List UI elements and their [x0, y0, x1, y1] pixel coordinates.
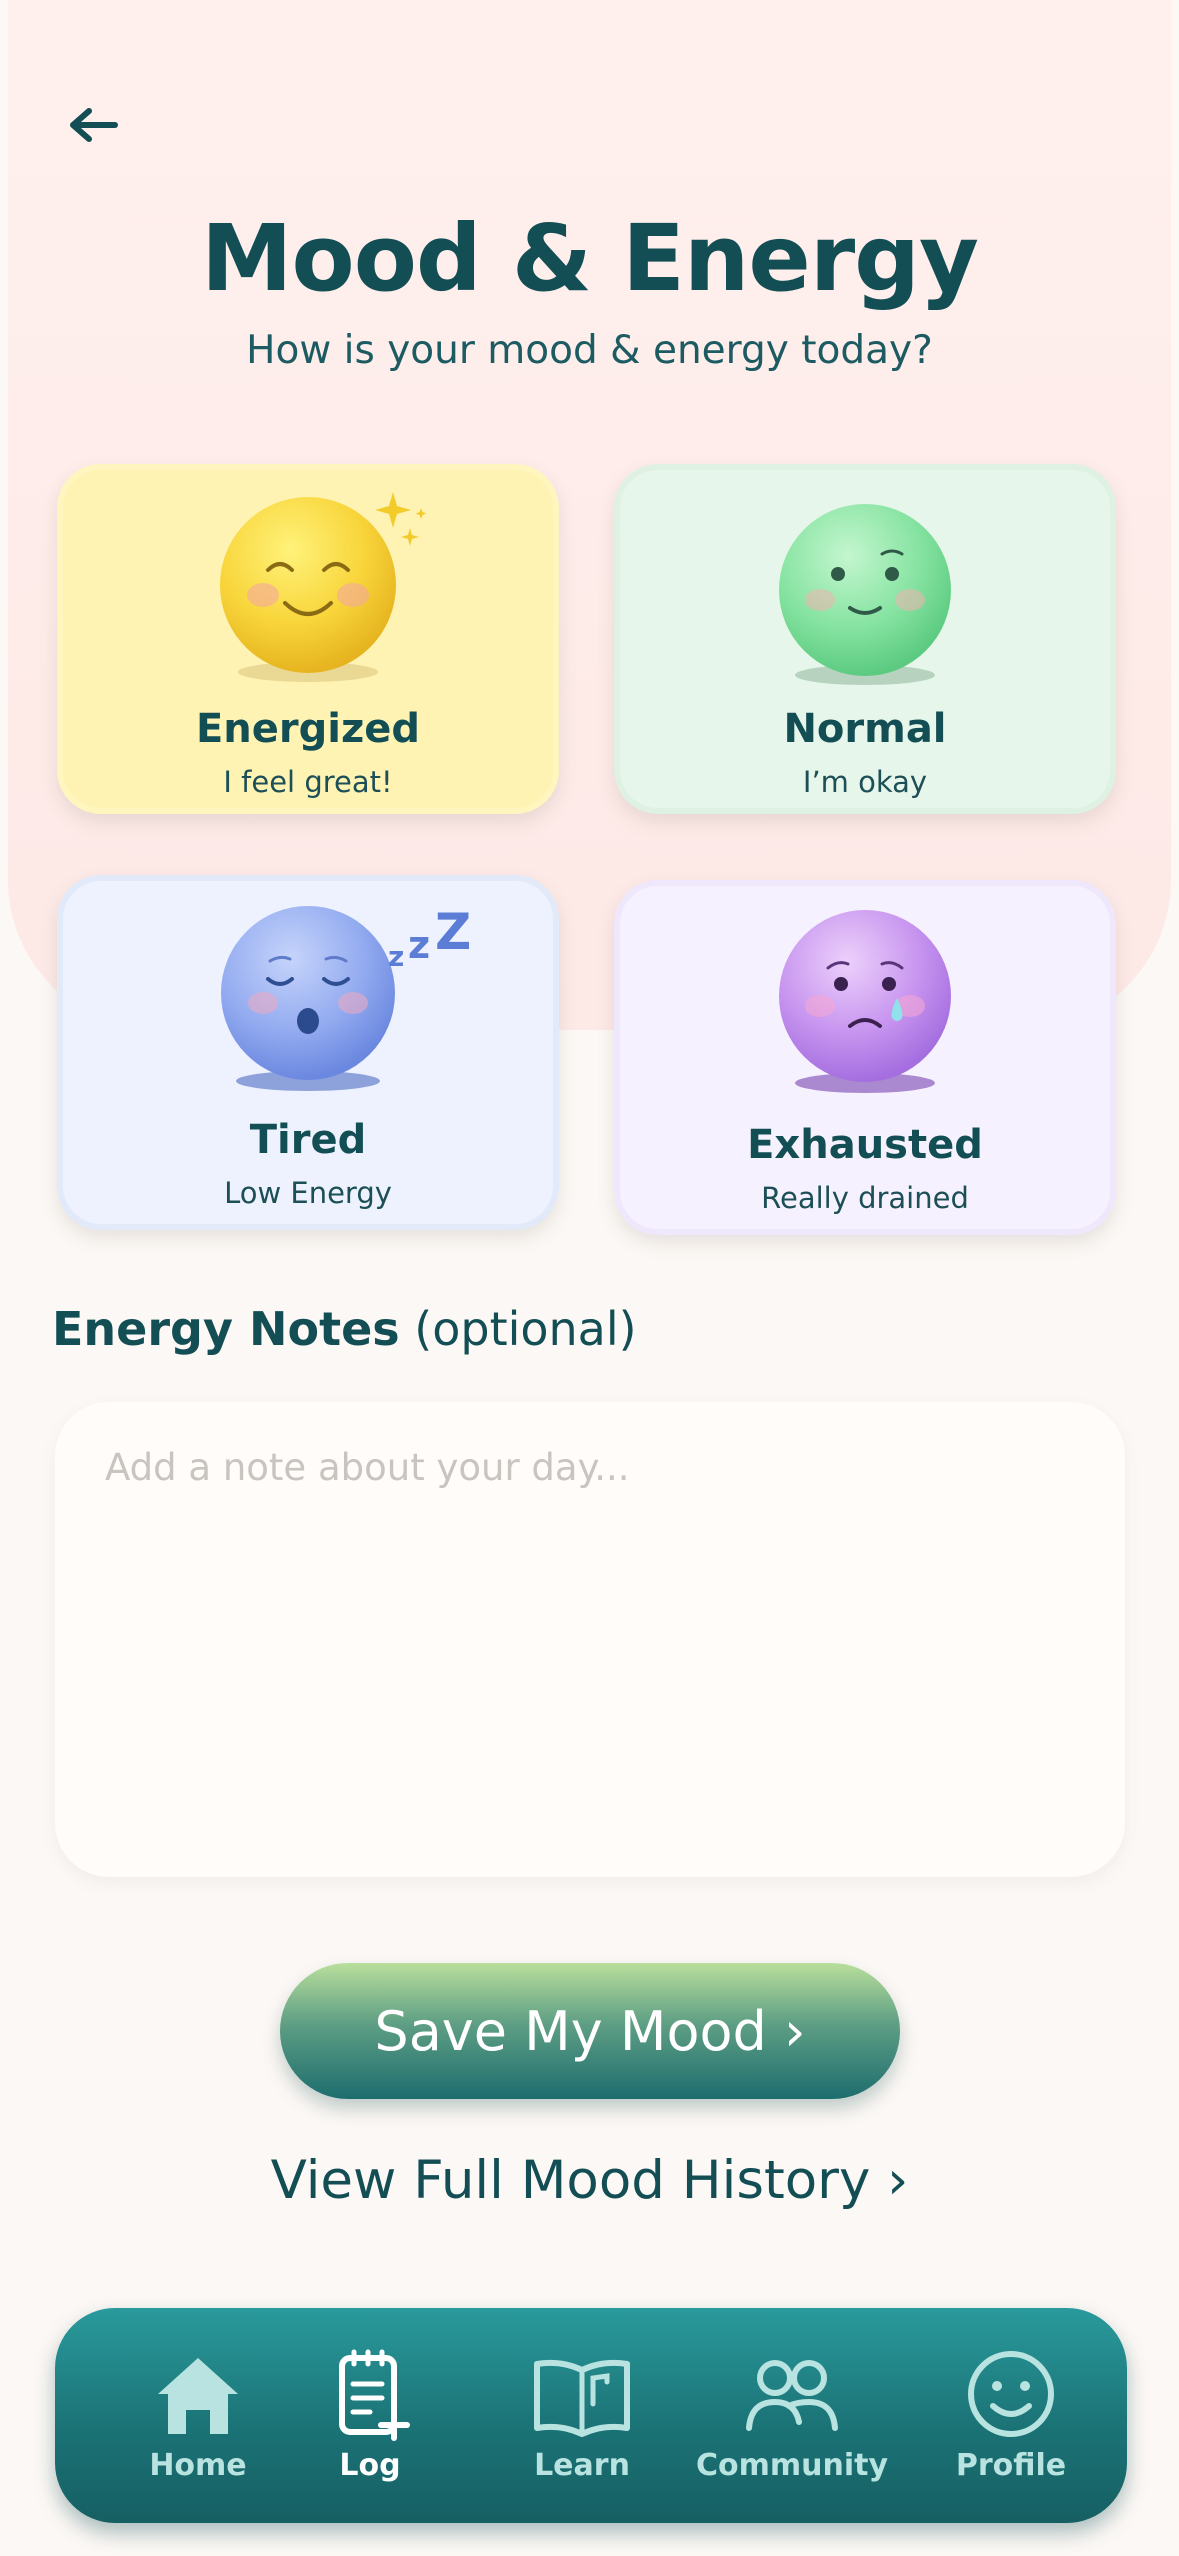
- nav-label: Learn: [534, 2448, 630, 2483]
- notes-field-container: [55, 1402, 1125, 1877]
- mood-card-exhausted[interactable]: Exhausted Really drained: [614, 880, 1116, 1235]
- page-subtitle: How is your mood & energy today?: [246, 328, 933, 373]
- nav-label: Log: [339, 2448, 401, 2483]
- page-title: Mood & Energy: [200, 205, 979, 312]
- nav-label: Profile: [955, 2448, 1067, 2483]
- svg-text:z: z: [388, 940, 404, 973]
- nav-item-home[interactable]: Home: [98, 2308, 298, 2523]
- notes-field[interactable]: [105, 1446, 1075, 1833]
- mood-description: Low Energy: [224, 1176, 392, 1210]
- notes-label-bold: Energy Notes: [52, 1302, 400, 1356]
- mood-description: I’m okay: [802, 765, 928, 799]
- log-icon: [339, 2349, 410, 2441]
- mood-name: Tired: [249, 1117, 367, 1163]
- notes-label-optional: (optional): [399, 1302, 637, 1356]
- book-icon: [534, 2359, 630, 2437]
- svg-text:z: z: [408, 923, 430, 967]
- back-arrow-icon: [70, 108, 118, 142]
- nav-item-log[interactable]: Log: [270, 2308, 470, 2523]
- home-icon: [158, 2358, 238, 2434]
- nav-label: Community: [695, 2448, 889, 2483]
- nav-item-profile[interactable]: Profile: [911, 2308, 1111, 2523]
- mood-description: Really drained: [761, 1181, 969, 1215]
- mood-name: Normal: [783, 706, 947, 752]
- mood-card-energized[interactable]: Energized I feel great!: [57, 464, 559, 814]
- mood-card-normal[interactable]: Normal I’m okay: [614, 464, 1116, 814]
- sleepy-face-icon: z z Z: [221, 903, 471, 1091]
- back-button[interactable]: [58, 95, 128, 155]
- nav-item-community[interactable]: Community: [692, 2308, 892, 2523]
- mood-card-tired[interactable]: z z Z Tired Low Energy: [57, 875, 559, 1230]
- smiley-icon: [968, 2351, 1054, 2437]
- happy-face-icon: [220, 492, 427, 682]
- nav-label: Home: [149, 2448, 247, 2483]
- people-icon: [746, 2360, 838, 2431]
- svg-text:Z: Z: [435, 903, 471, 961]
- sad-face-icon: [779, 910, 951, 1093]
- mood-name: Exhausted: [747, 1122, 983, 1168]
- nav-item-learn[interactable]: Learn: [482, 2308, 682, 2523]
- view-history-link[interactable]: View Full Mood History ›: [0, 2150, 1179, 2211]
- bottom-nav: Home Log Learn Community Profile: [55, 2308, 1127, 2523]
- mood-name: Energized: [195, 706, 421, 752]
- notes-label: Energy Notes (optional): [52, 1302, 637, 1356]
- mood-description: I feel great!: [223, 765, 393, 799]
- neutral-face-icon: [779, 504, 951, 685]
- save-mood-button[interactable]: Save My Mood ›: [280, 1963, 900, 2099]
